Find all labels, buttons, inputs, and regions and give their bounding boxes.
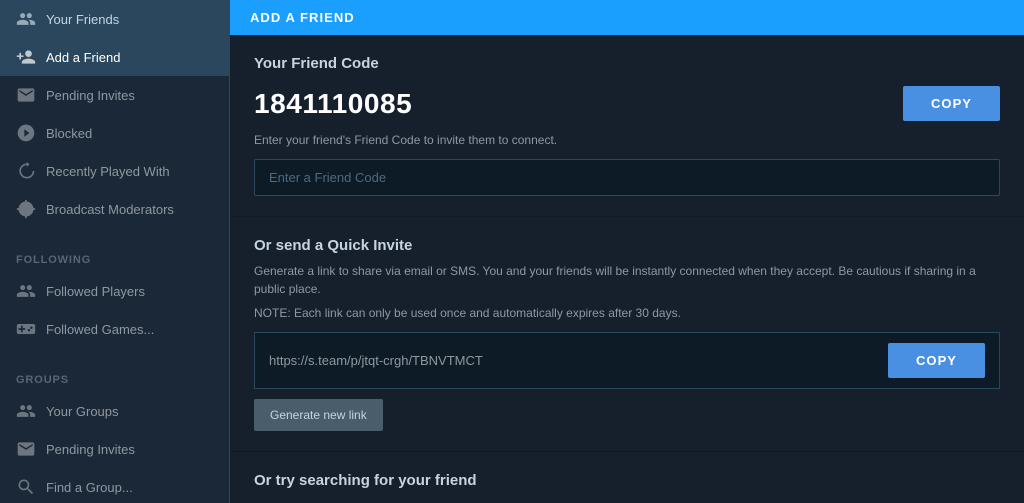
sidebar-item-label: Blocked: [46, 126, 92, 141]
sidebar-item-label: Find a Group...: [46, 480, 133, 495]
sidebar: Your Friends Add a Friend Pending Invite…: [0, 0, 230, 503]
sidebar-item-label: Recently Played With: [46, 164, 170, 179]
sidebar-item-broadcast-moderators[interactable]: Broadcast Moderators: [0, 190, 229, 228]
sidebar-item-label: Your Friends: [46, 12, 119, 27]
quick-invite-link: https://s.team/p/jtqt-crgh/TBNVTMCT: [269, 353, 878, 368]
quick-invite-link-row: https://s.team/p/jtqt-crgh/TBNVTMCT COPY: [254, 332, 1000, 389]
friends-icon: [16, 9, 36, 29]
groups-icon: [16, 401, 36, 421]
friend-code-input[interactable]: [254, 159, 1000, 196]
sidebar-item-find-group[interactable]: Find a Group...: [0, 468, 229, 503]
quick-invite-title: Or send a Quick Invite: [254, 237, 1000, 254]
sidebar-item-label: Add a Friend: [46, 50, 120, 65]
sidebar-item-label: Your Groups: [46, 404, 119, 419]
sidebar-item-pending-invites-group[interactable]: Pending Invites: [0, 430, 229, 468]
sidebar-item-label: Broadcast Moderators: [46, 202, 174, 217]
sidebar-item-label: Followed Players: [46, 284, 145, 299]
quick-invite-note: NOTE: Each link can only be used once an…: [254, 306, 1000, 320]
friend-code-row: 1841110085 COPY: [254, 86, 1000, 121]
copy-link-button[interactable]: COPY: [888, 343, 985, 378]
search-title: Or try searching for your friend: [254, 472, 1000, 489]
broadcast-icon: [16, 199, 36, 219]
quick-invite-desc: Generate a link to share via email or SM…: [254, 262, 1000, 298]
quick-invite-section: Or send a Quick Invite Generate a link t…: [230, 217, 1024, 452]
clock-icon: [16, 161, 36, 181]
main-content: ADD A FRIEND Your Friend Code 1841110085…: [230, 0, 1024, 503]
sidebar-item-add-friend[interactable]: Add a Friend: [0, 38, 229, 76]
friend-code-value: 1841110085: [254, 88, 891, 120]
copy-friend-code-button[interactable]: COPY: [903, 86, 1000, 121]
add-friend-icon: [16, 47, 36, 67]
content-area: Your Friend Code 1841110085 COPY Enter y…: [230, 35, 1024, 503]
following-section-label: FOLLOWING: [0, 240, 229, 272]
sidebar-item-label: Followed Games...: [46, 322, 154, 337]
search-section: Or try searching for your friend: [230, 452, 1024, 503]
sidebar-item-label: Pending Invites: [46, 442, 135, 457]
sidebar-item-pending-invites[interactable]: Pending Invites: [0, 76, 229, 114]
sidebar-item-blocked[interactable]: Blocked: [0, 114, 229, 152]
followed-games-icon: [16, 319, 36, 339]
mail-icon: [16, 85, 36, 105]
friend-code-section: Your Friend Code 1841110085 COPY Enter y…: [230, 35, 1024, 217]
search-group-icon: [16, 477, 36, 497]
mail-group-icon: [16, 439, 36, 459]
sidebar-item-label: Pending Invites: [46, 88, 135, 103]
sidebar-item-your-friends[interactable]: Your Friends: [0, 0, 229, 38]
sidebar-item-your-groups[interactable]: Your Groups: [0, 392, 229, 430]
generate-link-button[interactable]: Generate new link: [254, 399, 383, 431]
sidebar-item-recently-played[interactable]: Recently Played With: [0, 152, 229, 190]
page-header: ADD A FRIEND: [230, 0, 1024, 35]
friend-code-hint: Enter your friend's Friend Code to invit…: [254, 133, 1000, 147]
followed-players-icon: [16, 281, 36, 301]
blocked-icon: [16, 123, 36, 143]
groups-section-label: GROUPS: [0, 360, 229, 392]
friend-code-title: Your Friend Code: [254, 55, 1000, 72]
sidebar-item-followed-games[interactable]: Followed Games...: [0, 310, 229, 348]
sidebar-item-followed-players[interactable]: Followed Players: [0, 272, 229, 310]
